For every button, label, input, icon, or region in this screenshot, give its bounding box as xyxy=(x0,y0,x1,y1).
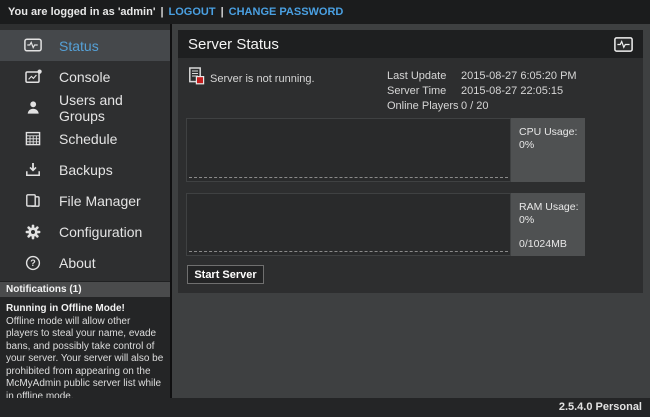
sidebar-item-label: About xyxy=(59,255,96,271)
gear-icon xyxy=(24,223,42,240)
sidebar-item-backups[interactable]: Backups xyxy=(0,154,170,185)
activity-monitor-icon xyxy=(614,37,633,52)
logged-in-text: You are logged in as 'admin' xyxy=(8,6,155,18)
server-status-message: Server is not running. xyxy=(210,73,315,85)
chart-zero-baseline xyxy=(189,251,508,252)
info-value: 2015-08-27 6:05:20 PM xyxy=(461,69,577,84)
info-label: Online Players xyxy=(387,99,461,114)
info-row-online-players: Online Players 0 / 20 xyxy=(387,99,577,114)
console-icon xyxy=(24,68,42,85)
cpu-usage-chart xyxy=(186,118,511,182)
logout-link[interactable]: LOGOUT xyxy=(169,6,216,18)
notifications-header: Notifications (1) xyxy=(0,281,170,297)
cpu-usage-value: 0% xyxy=(519,139,585,152)
sidebar-item-users-and-groups[interactable]: Users and Groups xyxy=(0,92,170,123)
users-icon xyxy=(24,99,42,116)
change-password-link[interactable]: CHANGE PASSWORD xyxy=(229,6,344,18)
cpu-usage-label: CPU Usage: xyxy=(519,126,585,139)
info-row-server-time: Server Time 2015-08-27 22:05:15 xyxy=(387,84,577,99)
sidebar-item-label: Schedule xyxy=(59,131,117,147)
sidebar-item-file-manager[interactable]: File Manager xyxy=(0,185,170,216)
question-circle-icon: ? xyxy=(24,254,42,271)
cpu-usage-label-box: CPU Usage: 0% xyxy=(511,118,585,182)
page-title: Server Status xyxy=(188,36,614,53)
info-value: 0 / 20 xyxy=(461,99,489,114)
separator: | xyxy=(160,6,163,18)
server-info-table: Last Update 2015-08-27 6:05:20 PM Server… xyxy=(387,69,577,114)
page-header: Server Status xyxy=(178,30,643,58)
start-server-button[interactable]: Start Server xyxy=(187,265,264,284)
sidebar-item-label: File Manager xyxy=(59,193,141,209)
svg-text:?: ? xyxy=(30,258,36,268)
notification-text: Offline mode will allow other players to… xyxy=(6,316,164,404)
backups-download-icon xyxy=(24,161,42,178)
status-monitor-icon xyxy=(24,37,42,54)
sidebar: Status Console Users and Groups Schedule xyxy=(0,24,172,398)
ram-usage-value: 0% xyxy=(519,214,585,227)
sidebar-item-label: Users and Groups xyxy=(59,92,170,124)
server-status-panel: Server is not running. Last Update 2015-… xyxy=(178,58,643,293)
schedule-grid-icon xyxy=(24,130,42,147)
main-area: Server Status Server is not running. Las… xyxy=(172,24,650,398)
ram-usage-label: RAM Usage: xyxy=(519,201,585,214)
sidebar-item-configuration[interactable]: Configuration xyxy=(0,216,170,247)
version-bar: 2.5.4.0 Personal xyxy=(0,398,650,417)
sidebar-item-label: Console xyxy=(59,69,110,85)
chart-zero-baseline xyxy=(189,177,508,178)
sidebar-item-about[interactable]: ? About xyxy=(0,247,170,278)
sidebar-item-schedule[interactable]: Schedule xyxy=(0,123,170,154)
file-manager-icon xyxy=(24,192,42,209)
sidebar-item-status[interactable]: Status xyxy=(0,30,170,61)
top-bar: You are logged in as 'admin' | LOGOUT | … xyxy=(0,0,650,24)
notification-item: Running in Offline Mode! Offline mode wi… xyxy=(0,297,170,398)
separator: | xyxy=(221,6,224,18)
server-not-running-icon xyxy=(188,67,205,85)
sidebar-nav: Status Console Users and Groups Schedule xyxy=(0,24,170,278)
ram-usage-chart xyxy=(186,193,511,256)
ram-usage-label-box: RAM Usage: 0% 0/1024MB xyxy=(511,193,585,256)
sidebar-item-label: Configuration xyxy=(59,224,142,240)
version-text: 2.5.4.0 Personal xyxy=(559,401,642,413)
info-value: 2015-08-27 22:05:15 xyxy=(461,84,563,99)
notification-title: Running in Offline Mode! xyxy=(6,303,164,316)
sidebar-item-label: Status xyxy=(59,38,99,54)
info-label: Last Update xyxy=(387,69,461,84)
sidebar-item-label: Backups xyxy=(59,162,113,178)
info-row-last-update: Last Update 2015-08-27 6:05:20 PM xyxy=(387,69,577,84)
ram-usage-detail: 0/1024MB xyxy=(519,238,585,251)
info-label: Server Time xyxy=(387,84,461,99)
sidebar-item-console[interactable]: Console xyxy=(0,61,170,92)
